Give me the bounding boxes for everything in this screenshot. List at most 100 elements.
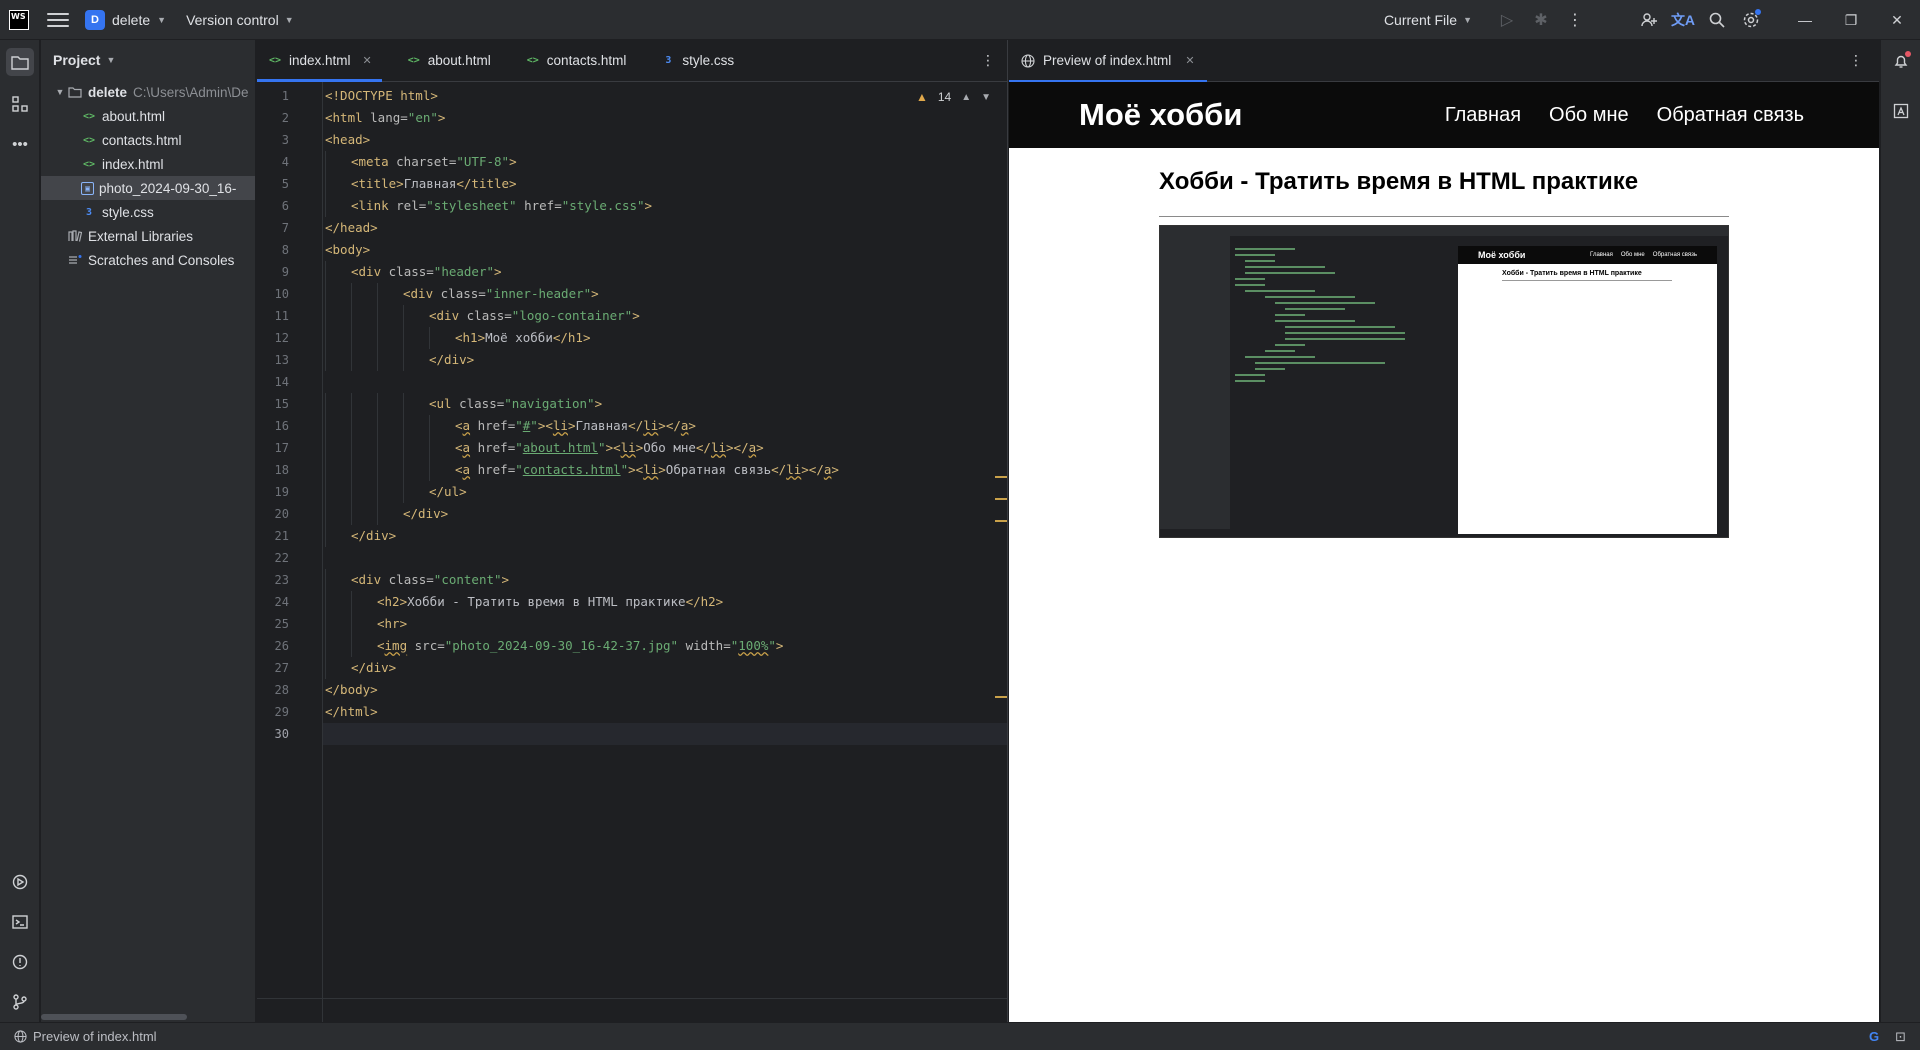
translate-icon[interactable]: 文A	[1666, 0, 1700, 40]
notifications-icon[interactable]	[1890, 50, 1912, 72]
file-name: about.html	[102, 108, 166, 124]
code-line[interactable]	[323, 547, 1007, 569]
code-text: <a href="contacts.html"><li>Обратная свя…	[455, 462, 839, 477]
code-line[interactable]: </head>	[323, 217, 1007, 239]
code-line[interactable]: <a href="#"><li>Главная</li></a>	[323, 415, 1007, 437]
code-line[interactable]: <img src="photo_2024-09-30_16-42-37.jpg"…	[323, 635, 1007, 657]
code-line[interactable]: <html lang="en">	[323, 107, 1007, 129]
code-line[interactable]: <a href="about.html"><li>Обо мне</li></a…	[323, 437, 1007, 459]
tree-external-libraries[interactable]: External Libraries	[41, 224, 255, 248]
code-line[interactable]	[323, 371, 1007, 393]
code-line[interactable]: <title>Главная</title>	[323, 173, 1007, 195]
editor-tab[interactable]: <> about.html	[396, 39, 501, 81]
root-folder-path: C:\Users\Admin\De	[133, 84, 249, 100]
code-line[interactable]: <h2>Хобби - Тратить время в HTML практик…	[323, 591, 1007, 613]
project-panel-header[interactable]: Project ▼	[41, 40, 255, 80]
code-line[interactable]: <meta charset="UTF-8">	[323, 151, 1007, 173]
code-line[interactable]: <div class="inner-header">	[323, 283, 1007, 305]
close-tab-icon[interactable]: ✕	[1185, 54, 1194, 67]
code-line[interactable]: <a href="contacts.html"><li>Обратная свя…	[323, 459, 1007, 481]
editor-tab[interactable]: 3 style.css	[650, 39, 744, 81]
add-user-icon[interactable]	[1632, 0, 1666, 40]
code-line[interactable]: </div>	[323, 657, 1007, 679]
line-number: 10	[274, 287, 289, 301]
close-icon[interactable]: ✕	[1874, 0, 1920, 40]
code-line[interactable]: <div class="content">	[323, 569, 1007, 591]
services-tool-icon[interactable]	[6, 868, 34, 896]
code-text: <head>	[325, 132, 371, 147]
git-tool-icon[interactable]	[6, 988, 34, 1016]
structure-tool-icon[interactable]	[6, 90, 34, 118]
main-menu-icon[interactable]	[47, 9, 69, 31]
google-icon[interactable]: G	[1869, 1029, 1879, 1044]
code-line[interactable]: </body>	[323, 679, 1007, 701]
version-control-menu[interactable]: Version control ▼	[186, 12, 294, 28]
editor-tab[interactable]: <> index.html ✕	[257, 39, 382, 82]
debug-icon[interactable]: ✱	[1524, 0, 1558, 40]
line-number: 7	[281, 221, 289, 235]
code-text: </div>	[403, 506, 449, 521]
chevron-down-icon[interactable]: ▼	[53, 87, 67, 97]
editor-tab[interactable]: <> contacts.html	[515, 39, 637, 81]
ai-assistant-icon[interactable]	[1890, 100, 1912, 122]
code-line[interactable]: <ul class="navigation">	[323, 393, 1007, 415]
editor-horizontal-scrollbar[interactable]	[257, 998, 1007, 1022]
code-text: <div class="header">	[351, 264, 502, 279]
nav-link-about[interactable]: Обо мне	[1549, 104, 1629, 127]
tree-scratches[interactable]: Scratches and Consoles	[41, 248, 255, 272]
tree-file-item[interactable]: <> contacts.html	[41, 128, 255, 152]
nav-link-home[interactable]: Главная	[1445, 104, 1521, 127]
code-line[interactable]: </ul>	[323, 481, 1007, 503]
code-line[interactable]: <div class="logo-container">	[323, 305, 1007, 327]
nav-link-contacts[interactable]: Обратная связь	[1657, 104, 1804, 127]
code-line[interactable]: <head>	[323, 129, 1007, 151]
close-tab-icon[interactable]: ✕	[363, 54, 372, 67]
run-config-selector[interactable]: Current File ▼	[1384, 12, 1472, 28]
code-line[interactable]: <body>	[323, 239, 1007, 261]
more-icon[interactable]: ⋮	[1849, 52, 1863, 69]
restore-icon[interactable]: ❐	[1828, 0, 1874, 40]
status-bar: Preview of index.html G ⊡	[0, 1022, 1920, 1050]
code-line[interactable]: </html>	[323, 701, 1007, 723]
code-line[interactable]: <!DOCTYPE html>	[323, 85, 1007, 107]
run-icon[interactable]: ▷	[1490, 0, 1524, 40]
right-tool-strip	[1880, 40, 1920, 1022]
tab-label: style.css	[682, 52, 735, 68]
scratches-icon	[67, 252, 83, 268]
code-text: <meta charset="UTF-8">	[351, 154, 517, 169]
tree-file-item[interactable]: <> index.html	[41, 152, 255, 176]
code-line[interactable]: <link rel="stylesheet" href="style.css">	[323, 195, 1007, 217]
more-icon[interactable]: ⋮	[1558, 0, 1592, 40]
project-panel-scrollbar[interactable]	[41, 1010, 255, 1022]
tree-file-item[interactable]: 3 style.css	[41, 200, 255, 224]
lock-icon[interactable]: ⊡	[1895, 1029, 1906, 1045]
tree-root-folder[interactable]: ▼ delete C:\Users\Admin\De	[41, 80, 255, 104]
tree-file-item[interactable]: <> about.html	[41, 104, 255, 128]
code-line[interactable]	[323, 723, 1007, 745]
code-line[interactable]: <h1>Моё хобби</h1>	[323, 327, 1007, 349]
terminal-tool-icon[interactable]	[6, 908, 34, 936]
code-line[interactable]: <hr>	[323, 613, 1007, 635]
project-tool-icon[interactable]	[6, 48, 34, 76]
more-icon[interactable]: ⋮	[981, 52, 995, 69]
project-switcher[interactable]: D delete ▼	[85, 9, 166, 30]
more-tools-icon[interactable]: •••	[6, 130, 34, 158]
preview-panel: Preview of index.html ✕ ⋮ Моё хобби Глав…	[1009, 40, 1879, 1022]
code-line[interactable]: </div>	[323, 503, 1007, 525]
html-file-icon: <>	[82, 110, 96, 122]
tab-preview-index[interactable]: Preview of index.html ✕	[1009, 40, 1207, 83]
minimize-icon[interactable]: —	[1782, 0, 1828, 40]
code-line[interactable]: </div>	[323, 349, 1007, 371]
code-line[interactable]: <div class="header">	[323, 261, 1007, 283]
status-breadcrumb[interactable]: Preview of index.html	[14, 1029, 157, 1044]
problems-tool-icon[interactable]	[6, 948, 34, 976]
project-panel: Project ▼ ▼ delete C:\Users\Admin\De <> a…	[41, 40, 256, 1022]
tree-file-item[interactable]: ▣ photo_2024-09-30_16-	[41, 176, 255, 200]
chevron-down-icon: ▼	[1463, 15, 1472, 25]
settings-icon[interactable]	[1734, 0, 1768, 40]
webstorm-logo-icon[interactable]: WS	[9, 9, 29, 30]
code-area[interactable]: ▲ 14 ▲ ▼ <!DOCTYPE html> <html lang="en">…	[323, 82, 1007, 1022]
hobby-screenshot-image: Моё хобби Главная Обо мне Обратная связь…	[1159, 225, 1729, 538]
search-icon[interactable]	[1700, 0, 1734, 40]
code-line[interactable]: </div>	[323, 525, 1007, 547]
